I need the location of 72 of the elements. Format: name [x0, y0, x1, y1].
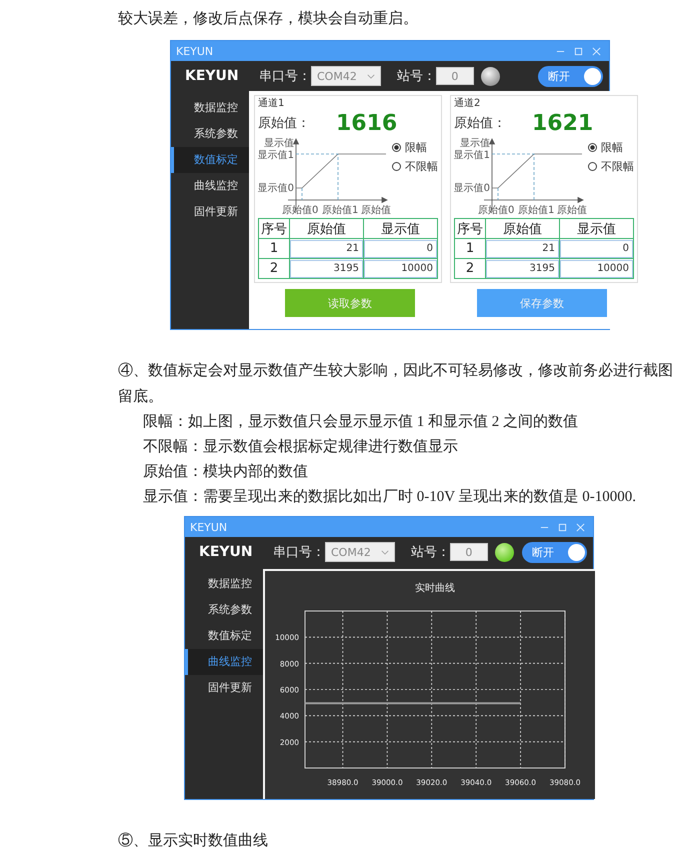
- paragraph: ④、数值标定会对显示数值产生较大影响，因此不可轻易修改，修改前务必进行截图留底。: [118, 361, 674, 407]
- radio-label[interactable]: 限幅: [601, 140, 623, 155]
- axis-label: 原始值0: [478, 205, 514, 216]
- caret-icon: [380, 550, 389, 554]
- maximize-icon[interactable]: [558, 522, 567, 532]
- column-header: 显示值: [364, 218, 438, 238]
- radio-button[interactable]: [392, 162, 401, 171]
- port-label: 串口号：: [259, 68, 311, 85]
- definition-text: 限幅：如上图，显示数值只会显示显示值 1 和显示值 2 之间的数值: [143, 412, 579, 432]
- column-header: 序号: [454, 218, 486, 238]
- port-label: 串口号：: [273, 544, 325, 561]
- close-icon[interactable]: [592, 46, 601, 56]
- axis-label: 显示值1: [258, 150, 294, 161]
- axis-label: 原始值: [361, 205, 391, 216]
- window-title: KEYUN: [190, 520, 228, 534]
- radio-label[interactable]: 限幅: [405, 140, 427, 155]
- axis-label: 显示值0: [258, 183, 294, 194]
- sidebar-item[interactable]: 固件更新: [185, 675, 263, 701]
- raw-value: 1616: [336, 110, 398, 136]
- value-field[interactable]: 10000: [560, 260, 633, 278]
- axis-label: 原始值1: [518, 205, 554, 216]
- sidebar-item[interactable]: 系统参数: [185, 597, 263, 623]
- sidebar-item[interactable]: 数据监控: [185, 571, 263, 597]
- column-header: 序号: [258, 218, 290, 238]
- sidebar-item[interactable]: 固件更新: [171, 199, 249, 225]
- radio-label[interactable]: 不限幅: [601, 159, 634, 174]
- radio-button[interactable]: [588, 143, 597, 152]
- channel-title: 通道1: [258, 96, 284, 110]
- window-title: KEYUN: [176, 44, 214, 58]
- value-field[interactable]: 21: [290, 240, 363, 258]
- column-header: 显示值: [560, 218, 634, 238]
- sidebar-item[interactable]: 系统参数: [171, 121, 249, 147]
- axis-label: 显示值1: [454, 150, 490, 161]
- value-field[interactable]: 3195: [290, 260, 363, 278]
- axis-label: 显示值: [264, 138, 294, 149]
- sidebar-item[interactable]: 曲线监控: [171, 173, 249, 199]
- sidebar-item[interactable]: 曲线监控: [185, 649, 263, 675]
- definition-text: 原始值：模块内部的数值: [143, 462, 309, 482]
- column-header: 原始值: [290, 218, 364, 238]
- value-field[interactable]: 0: [364, 240, 437, 258]
- value-field[interactable]: 3195: [486, 260, 559, 278]
- close-icon[interactable]: [576, 522, 585, 532]
- paragraph: 较大误差，修改后点保存，模块会自动重启。: [118, 9, 419, 29]
- sidebar-item[interactable]: 数值标定: [185, 623, 263, 649]
- column-header: 原始值: [486, 218, 560, 238]
- definition-text: 不限幅：显示数值会根据标定规律进行数值显示: [143, 437, 459, 457]
- app-logo: KEYUN: [199, 544, 254, 560]
- raw-value: 1621: [532, 110, 594, 136]
- chart-title: 实时曲线: [415, 583, 455, 594]
- axis-label: 原始值1: [322, 205, 358, 216]
- raw-value-label: 原始值：: [258, 115, 311, 132]
- sidebar-item[interactable]: 数值标定: [171, 147, 249, 173]
- channel-title: 通道2: [454, 96, 480, 110]
- value-field[interactable]: 21: [486, 240, 559, 258]
- radio-button[interactable]: [588, 162, 597, 171]
- raw-value-label: 原始值：: [454, 115, 507, 132]
- axis-label: 显示值: [460, 138, 490, 149]
- paragraph: ⑤、显示实时数值曲线: [118, 832, 269, 851]
- maximize-icon[interactable]: [574, 46, 583, 56]
- axis-label: 原始值0: [282, 205, 318, 216]
- caret-icon: [366, 74, 375, 78]
- sidebar-item[interactable]: 数据监控: [171, 95, 249, 121]
- axis-label: 显示值0: [454, 183, 490, 194]
- value-field[interactable]: 0: [560, 240, 633, 258]
- value-field[interactable]: 10000: [364, 260, 437, 278]
- station-label: 站号：: [396, 68, 436, 85]
- definition-text: 显示值：需要呈现出来的数据比如出厂时 0-10V 呈现出来的数值是 0-10000.: [143, 488, 638, 507]
- station-label: 站号：: [410, 544, 450, 561]
- axis-label: 原始值: [557, 205, 587, 216]
- radio-button[interactable]: [392, 143, 401, 152]
- radio-label[interactable]: 不限幅: [405, 159, 438, 174]
- app-logo: KEYUN: [185, 68, 240, 84]
